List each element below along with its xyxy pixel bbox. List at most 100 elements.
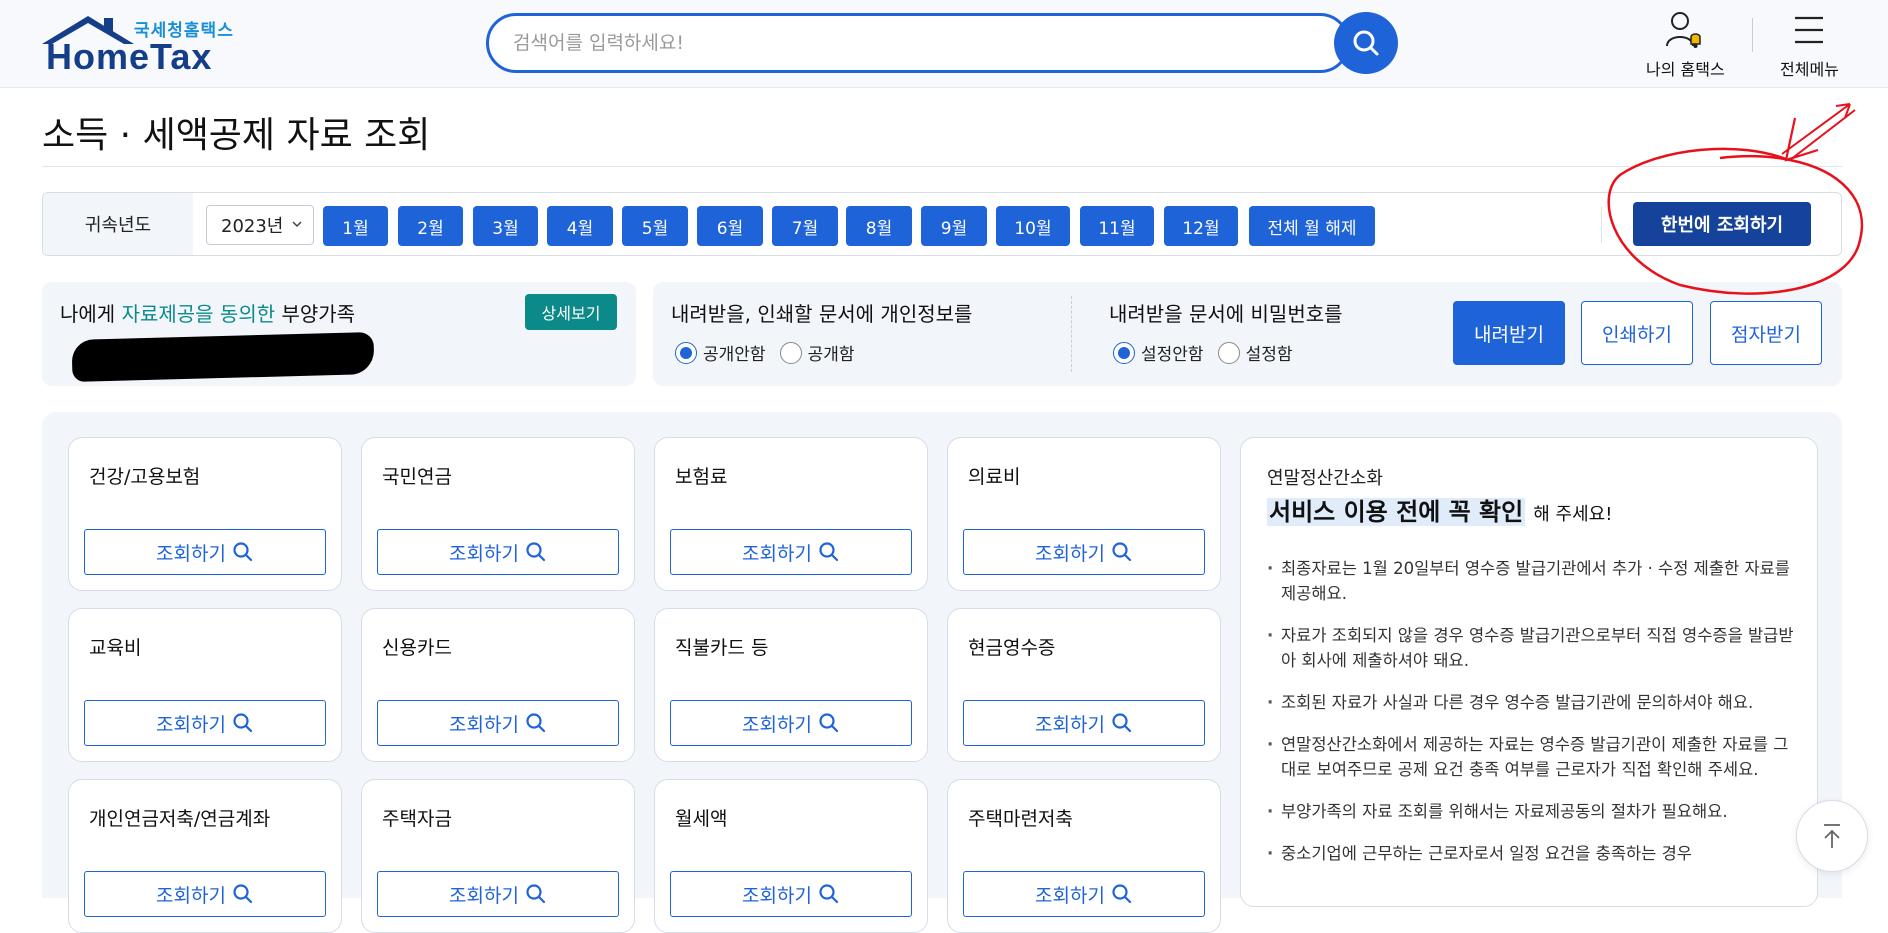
query-label: 조회하기 bbox=[156, 884, 226, 907]
month-button-11[interactable]: 11월 bbox=[1080, 206, 1154, 246]
category-card-medical: 의료비 조회하기 bbox=[947, 437, 1221, 591]
search-icon bbox=[233, 884, 253, 904]
search-icon bbox=[1353, 30, 1379, 56]
year-value: 2023년 bbox=[221, 216, 284, 237]
print-button[interactable]: 인쇄하기 bbox=[1581, 301, 1693, 365]
query-all-at-once-button[interactable]: 한번에 조회하기 bbox=[1633, 202, 1811, 246]
query-label: 조회하기 bbox=[742, 884, 812, 907]
clear-all-months-button[interactable]: 전체 월 해제 bbox=[1249, 206, 1375, 246]
filter-divider bbox=[1601, 207, 1602, 243]
radio-checked-icon bbox=[675, 341, 697, 364]
dependents-title-pre: 나에게 bbox=[60, 302, 122, 326]
query-label: 조회하기 bbox=[1035, 542, 1105, 565]
search-icon bbox=[526, 542, 546, 562]
scroll-to-top-button[interactable] bbox=[1796, 800, 1868, 872]
document-options-panel: 내려받을, 인쇄할 문서에 개인정보를 공개안함 공개함 내려받을 문서에 비밀… bbox=[653, 282, 1842, 386]
month-button-4[interactable]: 4월 bbox=[547, 206, 613, 246]
card-title: 월세액 bbox=[675, 808, 728, 830]
all-menu-link[interactable]: 전체메뉴 bbox=[1780, 10, 1839, 80]
year-label: 귀속년도 bbox=[43, 193, 193, 255]
header-divider bbox=[1752, 18, 1753, 52]
card-title: 국민연금 bbox=[382, 466, 452, 488]
password-on-radio[interactable]: 설정함 bbox=[1217, 340, 1292, 365]
year-month-filter: 귀속년도 2023년 1월 2월 3월 4월 5월 6월 7월 8월 9월 10… bbox=[42, 192, 1842, 256]
query-button[interactable]: 조회하기 bbox=[963, 529, 1205, 575]
privacy-hide-radio[interactable]: 공개안함 bbox=[675, 340, 766, 365]
top-header: 국세청홈택스 HomeTax 나의 홈택스 전체메뉴 bbox=[0, 0, 1888, 88]
query-button[interactable]: 조회하기 bbox=[963, 700, 1205, 746]
query-button[interactable]: 조회하기 bbox=[377, 529, 619, 575]
query-button[interactable]: 조회하기 bbox=[963, 871, 1205, 917]
radio-unchecked-icon bbox=[1217, 341, 1240, 364]
search-icon bbox=[233, 713, 253, 733]
category-card-pension-savings: 개인연금저축/연금계좌 조회하기 bbox=[68, 779, 342, 933]
query-label: 조회하기 bbox=[742, 713, 812, 736]
notice-item: 부양가족의 자료 조회를 위해서는 자료제공동의 절차가 필요해요. bbox=[1267, 799, 1797, 824]
month-button-7[interactable]: 7월 bbox=[772, 206, 838, 246]
search-icon bbox=[526, 713, 546, 733]
month-button-3[interactable]: 3월 bbox=[473, 206, 538, 246]
query-button[interactable]: 조회하기 bbox=[84, 700, 326, 746]
query-label: 조회하기 bbox=[449, 542, 519, 565]
search-icon bbox=[819, 884, 839, 904]
query-label: 조회하기 bbox=[449, 713, 519, 736]
month-button-5[interactable]: 5월 bbox=[622, 206, 688, 246]
month-button-2[interactable]: 2월 bbox=[398, 206, 463, 246]
month-button-1[interactable]: 1월 bbox=[323, 206, 388, 246]
query-button[interactable]: 조회하기 bbox=[670, 529, 912, 575]
query-label: 조회하기 bbox=[1035, 713, 1105, 736]
query-button[interactable]: 조회하기 bbox=[84, 529, 326, 575]
search-icon bbox=[1112, 542, 1132, 562]
search-button[interactable] bbox=[1334, 12, 1398, 74]
month-button-10[interactable]: 10월 bbox=[996, 206, 1070, 246]
search-icon bbox=[233, 542, 253, 562]
card-title: 현금영수증 bbox=[968, 637, 1056, 659]
search-input[interactable] bbox=[511, 26, 1271, 60]
title-divider bbox=[42, 166, 1842, 167]
my-hometax-link[interactable]: 나의 홈택스 bbox=[1646, 10, 1725, 80]
search-icon bbox=[1112, 713, 1132, 733]
query-button[interactable]: 조회하기 bbox=[84, 871, 326, 917]
query-button[interactable]: 조회하기 bbox=[670, 700, 912, 746]
privacy-radio-group: 공개안함 공개함 bbox=[675, 340, 868, 365]
user-bell-icon bbox=[1666, 12, 1702, 48]
card-title: 직불카드 등 bbox=[675, 637, 769, 659]
hometax-logo[interactable]: 국세청홈택스 HomeTax bbox=[40, 14, 240, 77]
all-menu-label: 전체메뉴 bbox=[1780, 60, 1839, 79]
notice-item: 최종자료는 1월 20일부터 영수증 발급기관에서 추가 · 수정 제출한 자료… bbox=[1267, 556, 1797, 606]
month-button-8[interactable]: 8월 bbox=[846, 206, 912, 246]
month-button-9[interactable]: 9월 bbox=[921, 206, 987, 246]
search-icon bbox=[819, 713, 839, 733]
query-button[interactable]: 조회하기 bbox=[377, 700, 619, 746]
month-button-12[interactable]: 12월 bbox=[1164, 206, 1238, 246]
month-button-6[interactable]: 6월 bbox=[697, 206, 763, 246]
query-label: 조회하기 bbox=[156, 713, 226, 736]
card-title: 주택자금 bbox=[382, 808, 452, 830]
category-card-national-pension: 국민연금 조회하기 bbox=[361, 437, 635, 591]
category-card-cash-receipt: 현금영수증 조회하기 bbox=[947, 608, 1221, 762]
search-icon bbox=[526, 884, 546, 904]
query-label: 조회하기 bbox=[449, 884, 519, 907]
category-card-housing-savings: 주택마련저축 조회하기 bbox=[947, 779, 1221, 933]
search-icon bbox=[1112, 884, 1132, 904]
query-button[interactable]: 조회하기 bbox=[670, 871, 912, 917]
page-title: 소득 · 세액공제 자료 조회 bbox=[42, 115, 431, 156]
chevron-down-icon bbox=[292, 221, 302, 228]
detail-view-button[interactable]: 상세보기 bbox=[525, 294, 617, 330]
category-card-monthly-rent: 월세액 조회하기 bbox=[654, 779, 928, 933]
password-radio-group: 설정안함 설정함 bbox=[1113, 340, 1306, 365]
braille-button[interactable]: 점자받기 bbox=[1710, 301, 1822, 365]
download-button[interactable]: 내려받기 bbox=[1453, 301, 1565, 365]
query-button[interactable]: 조회하기 bbox=[377, 871, 619, 917]
card-title: 주택마련저축 bbox=[968, 808, 1073, 830]
dependents-title-highlight: 자료제공을 동의한 bbox=[121, 302, 276, 326]
privacy-hide-label: 공개안함 bbox=[703, 345, 766, 365]
privacy-show-radio[interactable]: 공개함 bbox=[779, 340, 854, 365]
dependents-title: 나에게 자료제공을 동의한 부양가족 bbox=[60, 298, 355, 327]
card-title: 교육비 bbox=[89, 637, 142, 659]
password-off-radio[interactable]: 설정안함 bbox=[1113, 340, 1204, 365]
year-select[interactable]: 2023년 bbox=[206, 205, 314, 245]
category-card-housing-fund: 주택자금 조회하기 bbox=[361, 779, 635, 933]
service-notice-panel: 연말정산간소화 서비스 이용 전에 꼭 확인 해 주세요! 최종자료는 1월 20… bbox=[1240, 437, 1818, 907]
notice-item: 중소기업에 근무하는 근로자로서 일정 요건을 충족하는 경우 bbox=[1267, 841, 1797, 866]
